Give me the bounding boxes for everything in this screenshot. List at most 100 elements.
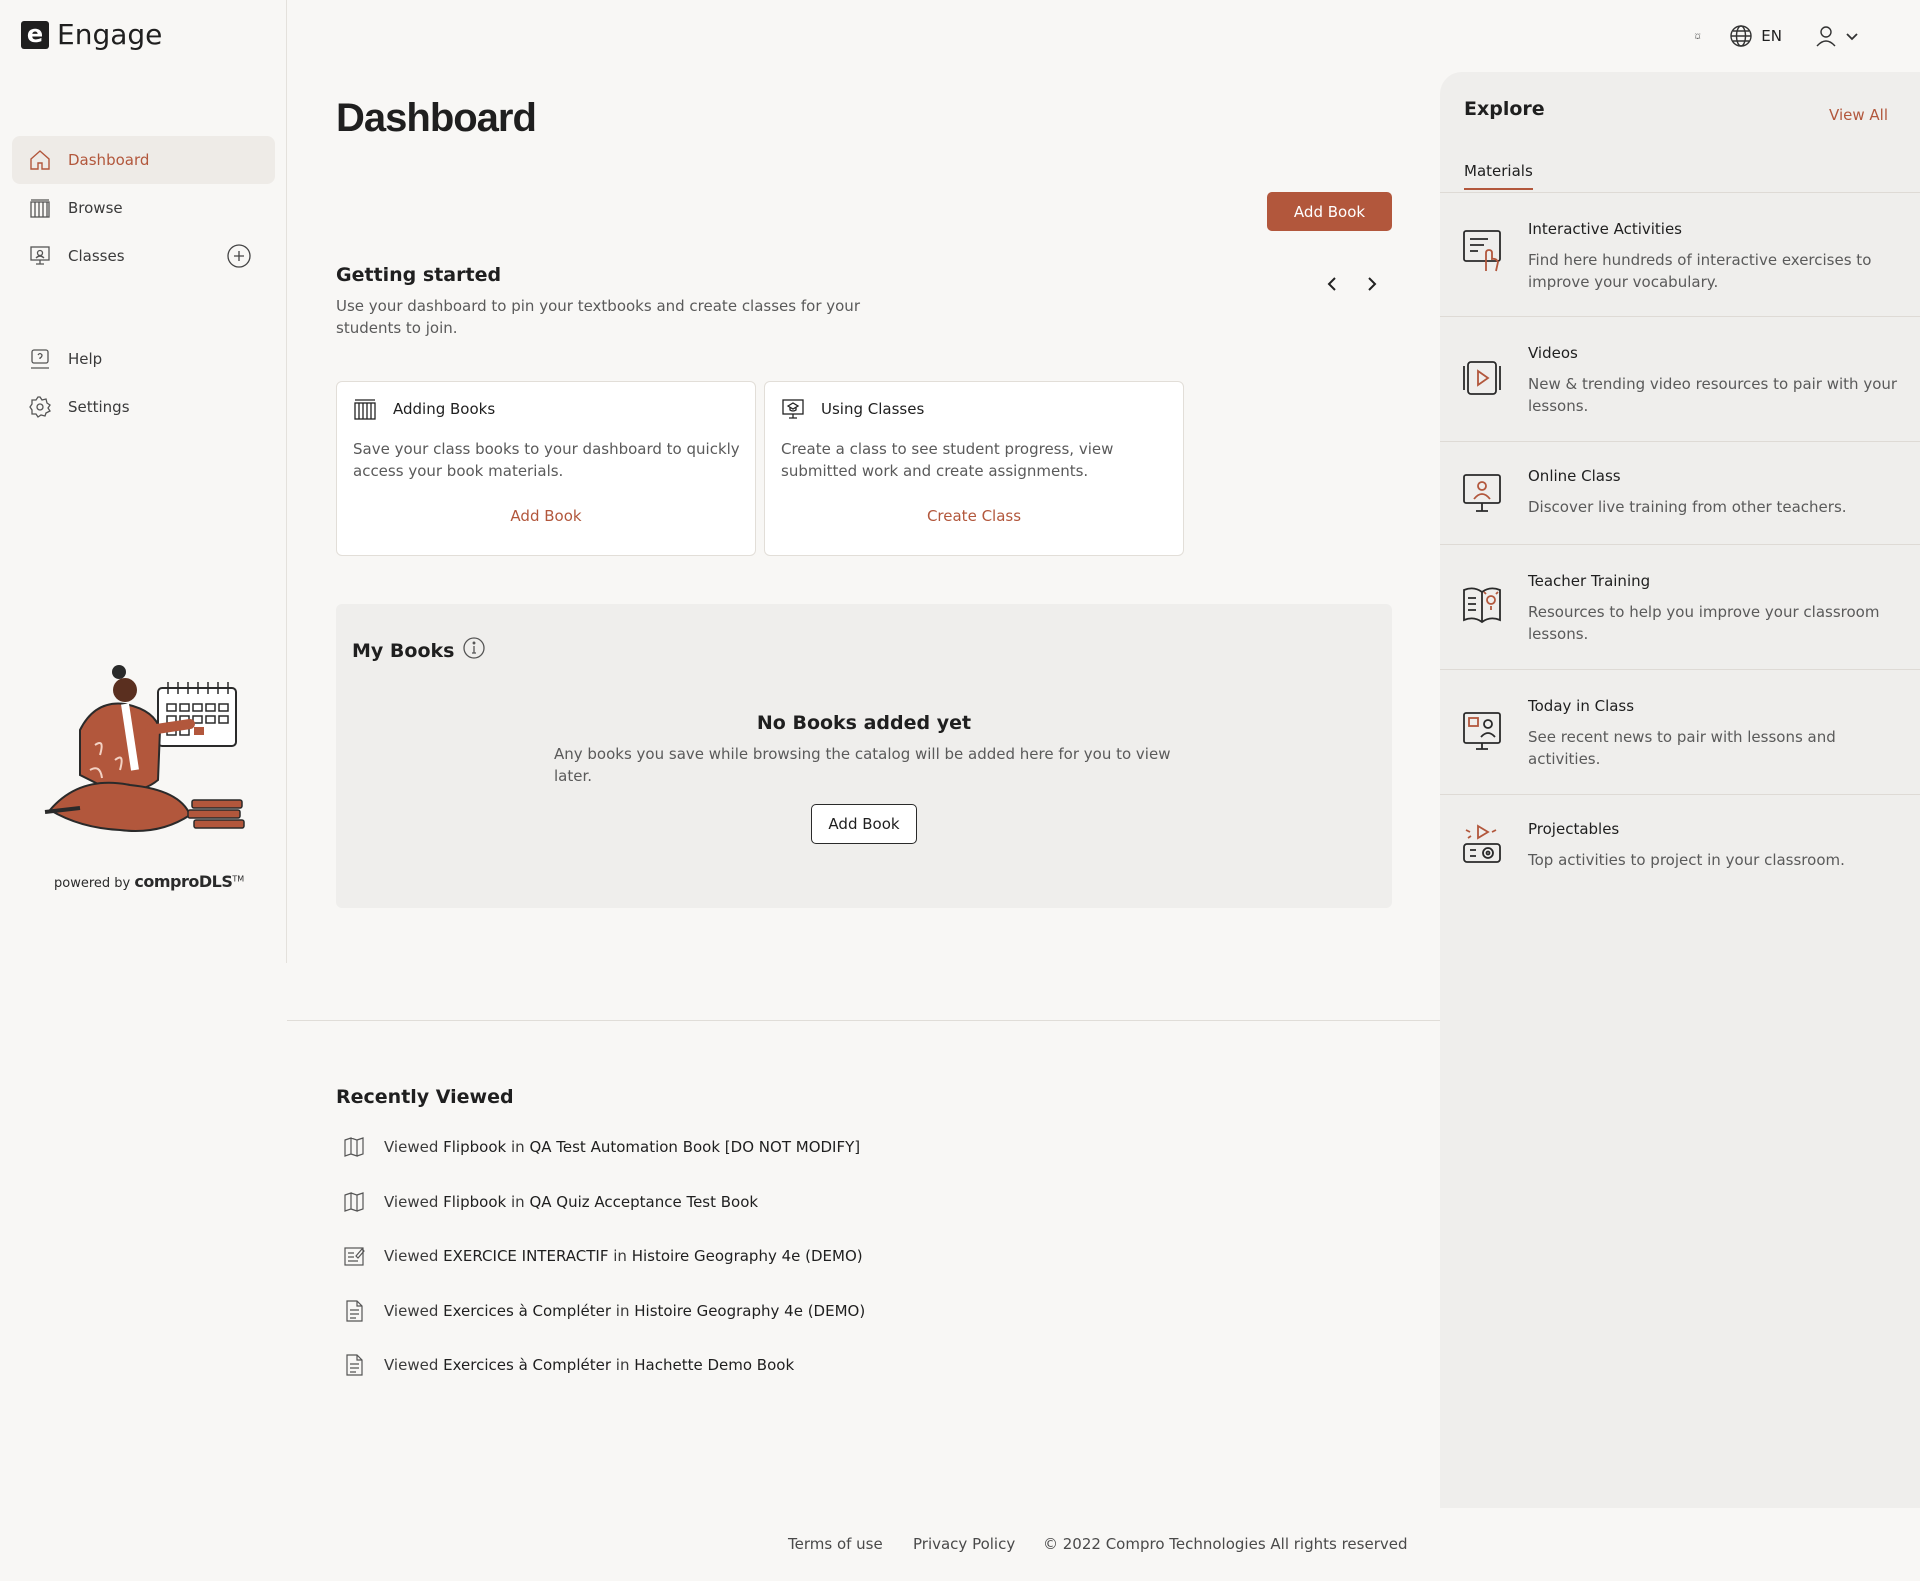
user-icon xyxy=(1816,26,1836,47)
add-class-icon[interactable] xyxy=(226,243,252,269)
classroom-icon xyxy=(782,399,804,419)
chevron-down-icon xyxy=(1846,33,1858,41)
edit-doc-icon xyxy=(344,1247,365,1266)
recent-item-type: Flipbook xyxy=(443,1193,507,1211)
card-title: Adding Books xyxy=(393,400,496,418)
view-all-link[interactable]: View All xyxy=(1829,106,1888,124)
recent-item[interactable]: Viewed Exercices à Compléter in Hachette… xyxy=(342,1351,794,1379)
section-divider xyxy=(287,1020,1440,1021)
getting-started-title: Getting started xyxy=(336,264,502,286)
sidebar-item-label: Settings xyxy=(68,398,130,416)
classroom-icon xyxy=(30,246,50,265)
language-selector[interactable]: EN xyxy=(1729,24,1782,48)
explore-item-title: Today in Class xyxy=(1528,697,1635,715)
explore-item-description: Top activities to project in your classr… xyxy=(1528,851,1845,869)
app-logo[interactable]: e Engage xyxy=(21,18,162,51)
my-books-add-book-button[interactable]: Add Book xyxy=(811,804,917,844)
trademark-mark: TM xyxy=(232,874,245,884)
explore-item-projectables[interactable]: Projectables Top activities to project i… xyxy=(1440,796,1920,896)
document-icon xyxy=(346,1300,363,1322)
empty-state-description: Any books you save while browsing the ca… xyxy=(554,745,1171,785)
sidebar-item-label: Help xyxy=(68,350,103,368)
explore-item-description: See recent news to pair with lessons and… xyxy=(1528,728,1836,768)
info-icon[interactable] xyxy=(462,636,486,660)
teacher-training-icon xyxy=(1463,587,1501,624)
teacher-illustration xyxy=(44,665,245,832)
document-icon xyxy=(346,1354,363,1376)
my-books-title: My Books xyxy=(352,640,455,662)
sidebar-item-label: Dashboard xyxy=(68,151,150,169)
brand-name: Engage xyxy=(57,18,163,51)
recent-item[interactable]: Viewed Flipbook in QA Quiz Acceptance Te… xyxy=(342,1188,758,1216)
sidebar-item-help[interactable]: Help xyxy=(12,335,275,383)
sidebar-item-browse[interactable]: Browse xyxy=(12,184,275,232)
explore-item-description: New & trending video resources to pair w… xyxy=(1528,375,1898,415)
explore-item-title: Videos xyxy=(1528,344,1578,362)
recent-item-book: Histoire Geography 4e (DEMO) xyxy=(631,1247,863,1265)
sidebar-item-label: Browse xyxy=(68,199,123,217)
using-classes-card: Using Classes Create a class to see stud… xyxy=(764,381,1184,556)
in-word: in xyxy=(615,1356,630,1374)
adding-books-card: Adding Books Save your class books to yo… xyxy=(336,381,756,556)
bell-icon[interactable] xyxy=(1694,24,1701,48)
powered-by-text: powered by xyxy=(54,876,131,891)
video-icon xyxy=(1463,361,1501,395)
explore-title: Explore xyxy=(1464,98,1545,120)
books-icon xyxy=(30,199,50,218)
books-icon xyxy=(354,399,376,420)
powered-brand: comproDLS xyxy=(134,872,233,891)
viewed-word: Viewed xyxy=(384,1193,439,1211)
in-word: in xyxy=(510,1193,525,1211)
card-description: Create a class to see student progress, … xyxy=(781,440,1114,480)
privacy-link[interactable]: Privacy Policy xyxy=(913,1535,1015,1553)
sidebar-item-settings[interactable]: Settings xyxy=(12,383,275,431)
add-book-button[interactable]: Add Book xyxy=(1267,192,1392,231)
language-label: EN xyxy=(1761,27,1782,45)
chevron-left-icon[interactable] xyxy=(1320,272,1344,296)
viewed-word: Viewed xyxy=(384,1138,439,1156)
explore-item-online-class[interactable]: Online Class Discover live training from… xyxy=(1440,443,1920,545)
recent-item-book: Hachette Demo Book xyxy=(634,1356,795,1374)
in-word: in xyxy=(613,1247,627,1265)
getting-started-subtitle: Use your dashboard to pin your textbooks… xyxy=(336,297,860,337)
explore-item-title: Teacher Training xyxy=(1528,572,1651,590)
tab-materials[interactable]: Materials xyxy=(1464,162,1533,190)
card-create-class-link[interactable]: Create Class xyxy=(765,507,1183,525)
powered-by: powered by comproDLSTM xyxy=(54,872,244,891)
explore-item-interactive-activities[interactable]: Interactive Activities Find here hundred… xyxy=(1440,193,1920,317)
viewed-word: Viewed xyxy=(384,1356,439,1374)
chevron-right-icon[interactable] xyxy=(1360,272,1384,296)
logo-mark: e xyxy=(21,20,49,49)
card-add-book-link[interactable]: Add Book xyxy=(337,507,755,525)
page-title: Dashboard xyxy=(336,96,537,140)
recent-item[interactable]: Viewed Exercices à Compléter in Histoire… xyxy=(342,1297,865,1325)
viewed-word: Viewed xyxy=(384,1247,439,1265)
terms-link[interactable]: Terms of use xyxy=(788,1535,883,1553)
top-toolbar: EN xyxy=(1694,24,1860,48)
sidebar-item-label: Classes xyxy=(68,247,125,265)
explore-item-teacher-training[interactable]: Teacher Training Resources to help you i… xyxy=(1440,546,1920,670)
my-books-section: My Books No Books added yet Any books yo… xyxy=(336,604,1392,908)
recent-item-book: Histoire Geography 4e (DEMO) xyxy=(634,1302,866,1320)
viewed-word: Viewed xyxy=(384,1302,439,1320)
user-menu[interactable] xyxy=(1814,24,1860,48)
recently-viewed-title: Recently Viewed xyxy=(336,1086,514,1108)
explore-item-videos[interactable]: Videos New & trending video resources to… xyxy=(1440,318,1920,442)
recent-item-book: QA Test Automation Book [DO NOT MODIFY] xyxy=(529,1138,861,1156)
in-word: in xyxy=(615,1302,630,1320)
recent-item[interactable]: Viewed EXERCICE INTERACTIF in Histoire G… xyxy=(342,1242,863,1270)
gear-icon xyxy=(29,396,51,418)
today-in-class-icon xyxy=(1463,712,1501,750)
sidebar-item-dashboard[interactable]: Dashboard xyxy=(12,136,275,184)
recent-item-type: Exercices à Compléter xyxy=(443,1302,611,1320)
recent-item[interactable]: Viewed Flipbook in QA Test Automation Bo… xyxy=(342,1133,860,1161)
card-description: Save your class books to your dashboard … xyxy=(353,440,740,480)
book-open-icon xyxy=(344,1137,364,1157)
explore-item-description: Discover live training from other teache… xyxy=(1528,498,1847,516)
home-icon xyxy=(30,150,50,170)
recent-item-book: QA Quiz Acceptance Test Book xyxy=(529,1193,759,1211)
explore-item-today-in-class[interactable]: Today in Class See recent news to pair w… xyxy=(1440,671,1920,795)
card-title: Using Classes xyxy=(821,400,925,418)
explore-item-title: Interactive Activities xyxy=(1528,220,1682,238)
explore-item-description: Resources to help you improve your class… xyxy=(1528,603,1880,643)
